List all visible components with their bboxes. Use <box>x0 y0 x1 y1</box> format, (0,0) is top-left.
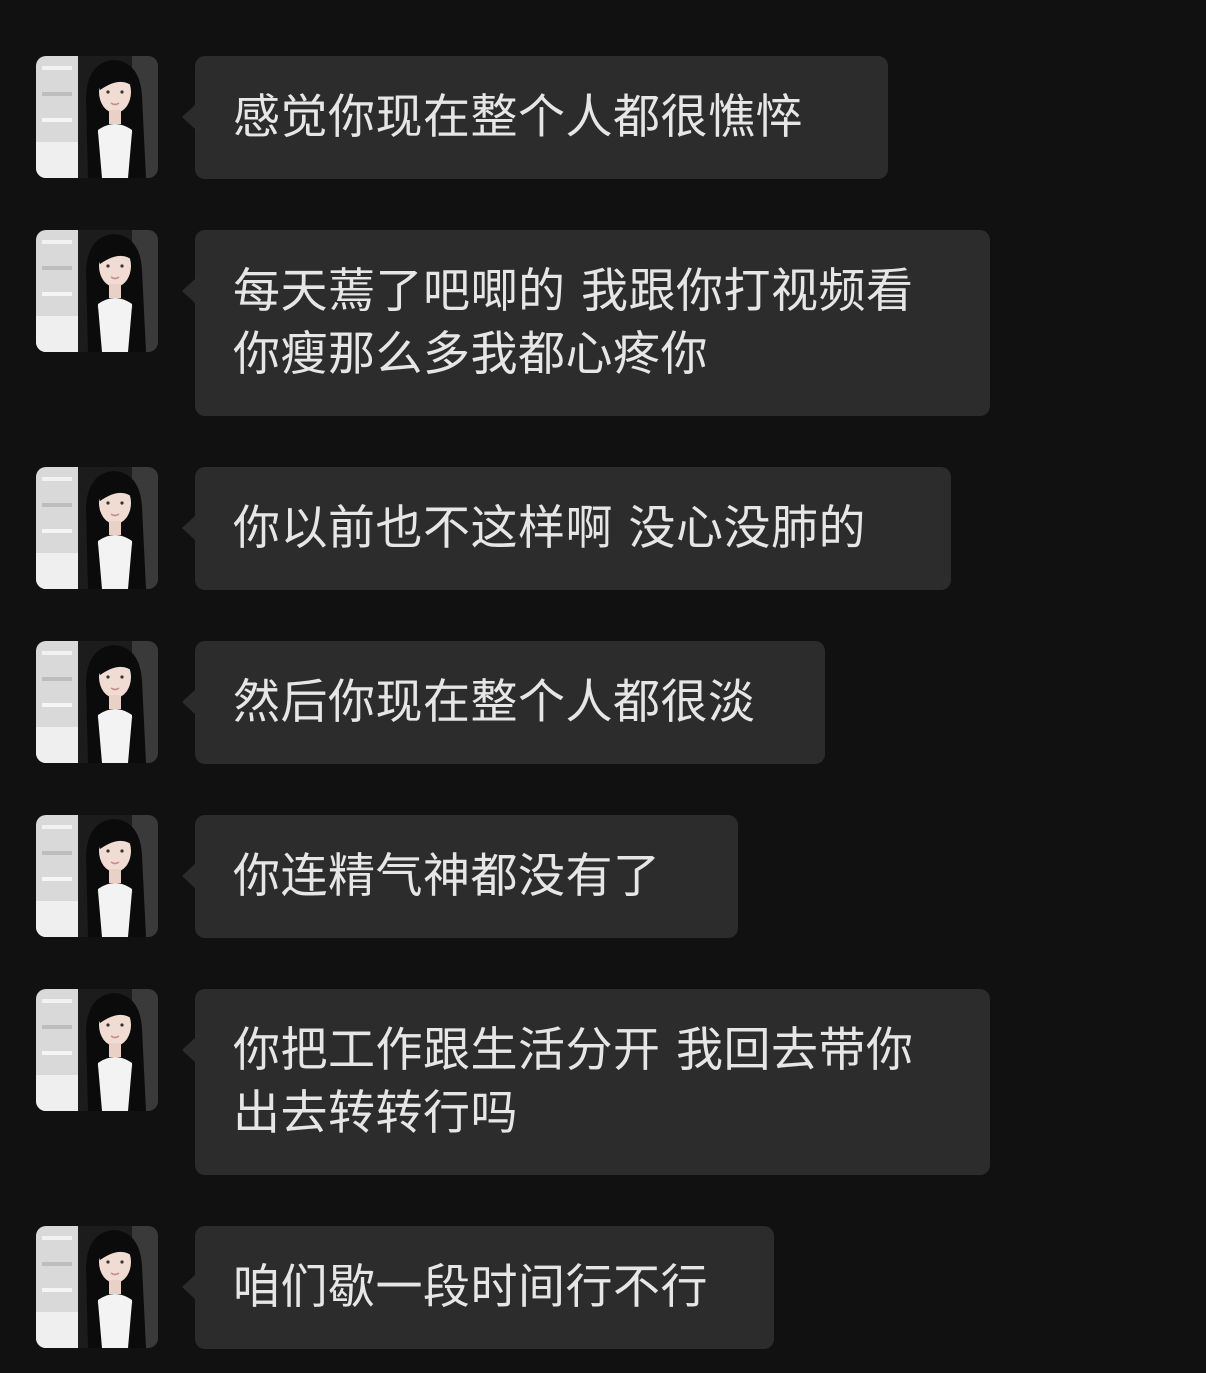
avatar[interactable] <box>36 56 158 178</box>
message-bubble[interactable]: 你连精气神都没有了 <box>182 815 738 938</box>
avatar[interactable] <box>36 1226 158 1348</box>
avatar-image <box>36 641 158 763</box>
message-bubble[interactable]: 每天蔫了吧唧的 我跟你打视频看你瘦那么多我都心疼你 <box>182 230 990 416</box>
avatar[interactable] <box>36 230 158 352</box>
message-bubble[interactable]: 你把工作跟生活分开 我回去带你出去转转行吗 <box>182 989 990 1175</box>
avatar[interactable] <box>36 467 158 589</box>
message-bubble[interactable]: 感觉你现在整个人都很憔悴 <box>182 56 888 179</box>
avatar-image <box>36 467 158 589</box>
avatar[interactable] <box>36 815 158 937</box>
avatar-image <box>36 56 158 178</box>
chat-thread: 感觉你现在整个人都很憔悴 每天蔫了吧唧的 我跟你打视频看你瘦那么多我都心疼你 你… <box>0 0 1206 1373</box>
avatar-image <box>36 1226 158 1348</box>
avatar[interactable] <box>36 641 158 763</box>
avatar-image <box>36 230 158 352</box>
message-bubble[interactable]: 然后你现在整个人都很淡 <box>182 641 825 764</box>
message-bubble[interactable]: 你以前也不这样啊 没心没肺的 <box>182 467 951 590</box>
avatar[interactable] <box>36 989 158 1111</box>
avatar-image <box>36 989 158 1111</box>
message-bubble[interactable]: 咱们歇一段时间行不行 <box>182 1226 774 1349</box>
avatar-image <box>36 815 158 937</box>
